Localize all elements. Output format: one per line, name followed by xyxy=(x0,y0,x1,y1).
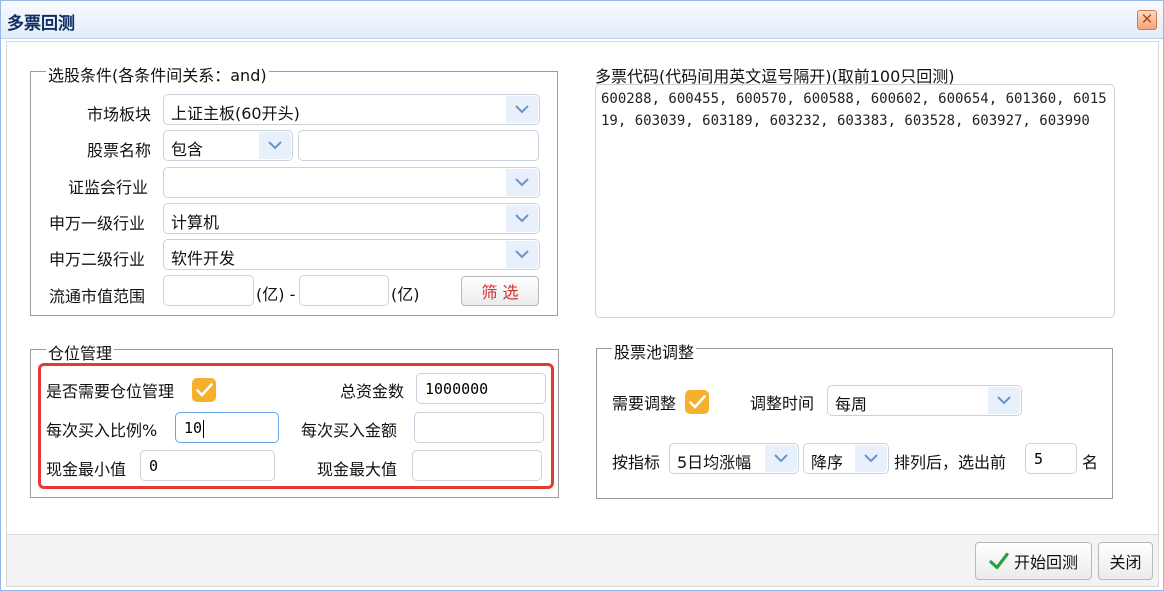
title-bar[interactable]: 多票回测 ✕ xyxy=(1,1,1163,39)
close-icon[interactable]: ✕ xyxy=(1137,10,1157,30)
sw1-industry-value: 计算机 xyxy=(171,213,220,232)
pool-legend: 股票池调整 xyxy=(612,339,697,363)
filter-button-label: 筛 选 xyxy=(481,283,519,302)
rank-label: 排列后，选出前 xyxy=(894,453,1007,472)
checkmark-icon xyxy=(989,552,1009,570)
top-n-unit: 名 xyxy=(1082,453,1099,472)
stock-name-input[interactable] xyxy=(298,130,539,161)
position-legend: 仓位管理 xyxy=(46,340,115,364)
chevron-down-icon[interactable] xyxy=(506,241,538,268)
float-cap-unit-2: (亿) xyxy=(391,285,420,304)
chevron-down-icon[interactable] xyxy=(988,387,1020,414)
cash-max-label: 现金最大值 xyxy=(317,460,398,479)
chevron-down-icon[interactable] xyxy=(765,445,797,472)
indicator-select[interactable]: 5日均涨幅 xyxy=(669,443,799,474)
pool-group xyxy=(596,348,1113,499)
codes-textarea[interactable]: 600288, 600455, 600570, 600588, 600602, … xyxy=(595,84,1115,318)
csrc-industry-label: 证监会行业 xyxy=(68,178,149,197)
chevron-down-icon[interactable] xyxy=(506,205,538,232)
name-mode-value: 包含 xyxy=(171,140,204,159)
market-select[interactable]: 上证主板(60开头) xyxy=(163,94,540,125)
start-backtest-button[interactable]: 开始回测 xyxy=(975,542,1092,580)
cash-min-input[interactable]: 0 xyxy=(140,450,275,481)
market-select-value: 上证主板(60开头) xyxy=(171,104,300,123)
stock-name-label: 股票名称 xyxy=(87,141,152,160)
indicator-value: 5日均涨幅 xyxy=(677,453,752,472)
sw2-industry-select[interactable]: 软件开发 xyxy=(163,239,540,270)
sw2-industry-label: 申万二级行业 xyxy=(49,250,146,269)
csrc-industry-select[interactable] xyxy=(163,167,540,198)
top-n-input[interactable]: 5 xyxy=(1025,443,1077,474)
float-cap-max-input[interactable] xyxy=(299,275,389,306)
sw2-industry-value: 软件开发 xyxy=(171,249,236,268)
check-icon xyxy=(688,395,706,409)
buy-ratio-value: 10 xyxy=(184,419,203,437)
start-backtest-label: 开始回测 xyxy=(1013,553,1078,572)
buy-amount-label: 每次买入金额 xyxy=(301,421,398,440)
check-icon xyxy=(195,383,213,397)
buy-ratio-input[interactable]: 10 xyxy=(175,412,279,443)
adjust-time-select[interactable]: 每周 xyxy=(827,385,1022,416)
total-capital-input[interactable]: 1000000 xyxy=(416,373,546,404)
adjust-time-label: 调整时间 xyxy=(750,394,815,413)
total-capital-label: 总资金数 xyxy=(340,382,405,401)
need-position-checkbox[interactable] xyxy=(192,378,216,402)
dialog-title: 多票回测 xyxy=(7,14,75,34)
close-button-label: 关闭 xyxy=(1109,553,1142,572)
chevron-down-icon[interactable] xyxy=(506,96,538,123)
selection-legend: 选股条件(各条件间关系：and) xyxy=(46,62,269,86)
chevron-down-icon[interactable] xyxy=(506,169,538,196)
text-caret xyxy=(203,419,205,438)
sw1-industry-label: 申万一级行业 xyxy=(49,214,146,233)
sort-order-value: 降序 xyxy=(811,453,844,472)
float-cap-label: 流通市值范围 xyxy=(49,287,146,306)
adjust-time-value: 每周 xyxy=(835,395,868,414)
close-button[interactable]: 关闭 xyxy=(1098,542,1153,580)
cash-max-input[interactable] xyxy=(412,450,542,481)
need-adjust-label: 需要调整 xyxy=(612,394,677,413)
filter-button[interactable]: 筛 选 xyxy=(461,276,539,306)
by-indicator-label: 按指标 xyxy=(612,453,661,472)
chevron-down-icon[interactable] xyxy=(855,445,887,472)
chevron-down-icon[interactable] xyxy=(259,132,291,159)
market-label: 市场板块 xyxy=(87,105,152,124)
name-mode-select[interactable]: 包含 xyxy=(163,130,293,161)
float-cap-min-input[interactable] xyxy=(163,275,254,306)
need-adjust-checkbox[interactable] xyxy=(685,390,709,414)
need-position-label: 是否需要仓位管理 xyxy=(46,382,175,401)
sort-order-select[interactable]: 降序 xyxy=(803,443,889,474)
sw1-industry-select[interactable]: 计算机 xyxy=(163,203,540,234)
buy-amount-input[interactable] xyxy=(414,412,544,443)
dialog-window: 多票回测 ✕ 选股条件(各条件间关系：and) 市场板块 上证主板(60开头) … xyxy=(0,0,1164,591)
cash-min-label: 现金最小值 xyxy=(46,460,127,479)
buy-ratio-label: 每次买入比例% xyxy=(46,421,158,440)
float-cap-unit-1: (亿) - xyxy=(256,285,296,304)
